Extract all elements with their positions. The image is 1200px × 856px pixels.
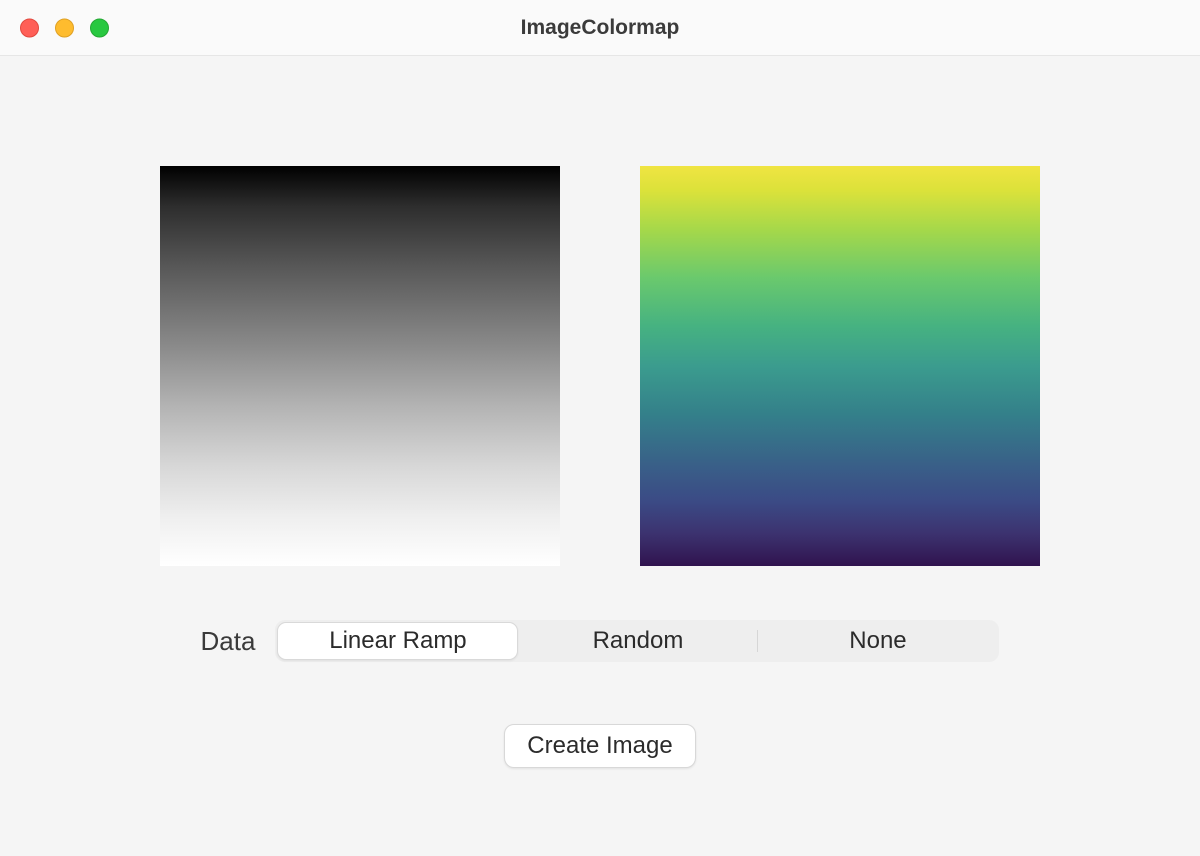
data-segmented-control[interactable]: Linear Ramp Random None	[275, 620, 999, 662]
minimize-icon[interactable]	[55, 18, 74, 37]
titlebar: ImageColormap	[0, 0, 1200, 56]
window-title: ImageColormap	[0, 16, 1200, 40]
segment-linear-ramp[interactable]: Linear Ramp	[277, 622, 518, 660]
button-row: Create Image	[0, 724, 1200, 768]
segment-none[interactable]: None	[758, 622, 997, 660]
data-label: Data	[201, 626, 256, 657]
colormap-preview	[640, 166, 1040, 566]
close-icon[interactable]	[20, 18, 39, 37]
maximize-icon[interactable]	[90, 18, 109, 37]
data-control-row: Data Linear Ramp Random None	[0, 620, 1200, 662]
window-traffic-lights	[20, 18, 109, 37]
grayscale-preview	[160, 166, 560, 566]
segment-random[interactable]: Random	[518, 622, 757, 660]
preview-row	[0, 56, 1200, 566]
create-image-button[interactable]: Create Image	[504, 724, 695, 768]
content-area: Data Linear Ramp Random None Create Imag…	[0, 56, 1200, 856]
